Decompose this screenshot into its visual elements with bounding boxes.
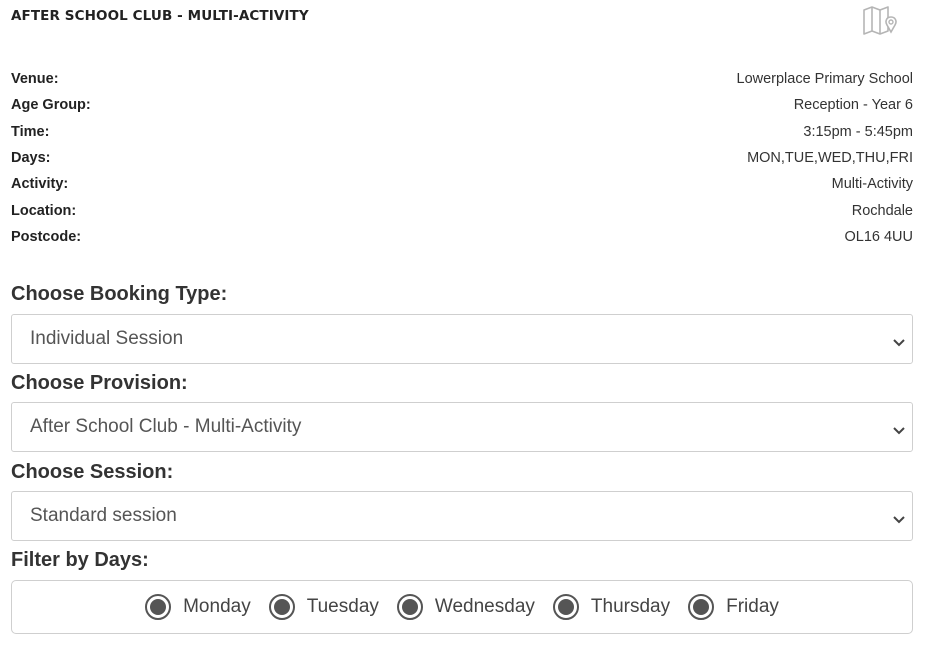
days-filter-group: Monday Tuesday Wednesday Thursday Friday: [11, 580, 913, 634]
radio-checked-dot: [401, 599, 418, 615]
details-list: Venue: Lowerplace Primary School Age Gro…: [11, 66, 913, 250]
detail-value: 3:15pm - 5:45pm: [803, 123, 913, 140]
radio-button[interactable]: [268, 594, 295, 620]
detail-value: OL16 4UU: [844, 228, 913, 245]
detail-label: Postcode:: [11, 228, 82, 245]
detail-row-postcode: Postcode: OL16 4UU: [11, 224, 913, 250]
booking-type-value: Individual Session: [30, 328, 184, 349]
day-option-wednesday[interactable]: Wednesday: [396, 594, 535, 620]
filter-days-label: Filter by Days:: [11, 549, 149, 571]
radio-button[interactable]: [552, 594, 579, 620]
radio-checked-dot: [150, 599, 167, 615]
detail-row-days: Days: MON,TUE,WED,THU,FRI: [11, 145, 913, 171]
detail-label: Age Group:: [11, 97, 91, 114]
session-value: Standard session: [30, 505, 177, 526]
day-option-tuesday[interactable]: Tuesday: [268, 594, 379, 620]
page-title: AFTER SCHOOL CLUB - MULTI-ACTIVITY: [11, 8, 309, 24]
detail-label: Days:: [11, 150, 51, 167]
detail-row-venue: Venue: Lowerplace Primary School: [11, 66, 913, 92]
day-label: Monday: [183, 596, 251, 617]
day-option-friday[interactable]: Friday: [688, 594, 779, 620]
detail-label: Venue:: [11, 71, 59, 88]
day-label: Wednesday: [434, 596, 535, 617]
map-pin-icon[interactable]: [861, 4, 903, 40]
day-option-thursday[interactable]: Thursday: [552, 594, 671, 620]
day-label: Friday: [726, 596, 779, 617]
day-label: Thursday: [590, 596, 671, 617]
session-label: Choose Session:: [11, 461, 174, 483]
provision-select[interactable]: After School Club - Multi-Activity: [11, 402, 913, 452]
detail-label: Activity:: [11, 176, 69, 193]
detail-value: Lowerplace Primary School: [736, 71, 914, 88]
detail-row-time: Time: 3:15pm - 5:45pm: [11, 119, 913, 145]
day-label: Tuesday: [306, 596, 379, 617]
radio-button[interactable]: [396, 594, 423, 620]
radio-checked-dot: [273, 599, 290, 615]
provision-value: After School Club - Multi-Activity: [30, 416, 302, 437]
chevron-down-icon: [892, 333, 906, 347]
provision-label: Choose Provision:: [11, 372, 188, 394]
booking-type-select[interactable]: Individual Session: [11, 314, 913, 364]
detail-value: Multi-Activity: [831, 176, 913, 193]
radio-checked-dot: [693, 599, 710, 615]
day-option-monday[interactable]: Monday: [145, 594, 251, 620]
detail-label: Time:: [11, 123, 50, 140]
detail-row-age-group: Age Group: Reception - Year 6: [11, 92, 913, 118]
detail-value: Reception - Year 6: [793, 97, 913, 114]
detail-value: Rochdale: [851, 202, 913, 219]
detail-row-location: Location: Rochdale: [11, 197, 913, 223]
detail-row-activity: Activity: Multi-Activity: [11, 171, 913, 197]
chevron-down-icon: [892, 510, 906, 524]
header: AFTER SCHOOL CLUB - MULTI-ACTIVITY: [11, 6, 913, 44]
chevron-down-icon: [892, 421, 906, 435]
detail-value: MON,TUE,WED,THU,FRI: [747, 150, 913, 167]
radio-button[interactable]: [688, 594, 715, 620]
radio-button[interactable]: [145, 594, 172, 620]
booking-type-label: Choose Booking Type:: [11, 283, 228, 305]
session-select[interactable]: Standard session: [11, 491, 913, 541]
radio-checked-dot: [557, 599, 574, 615]
detail-label: Location:: [11, 202, 77, 219]
